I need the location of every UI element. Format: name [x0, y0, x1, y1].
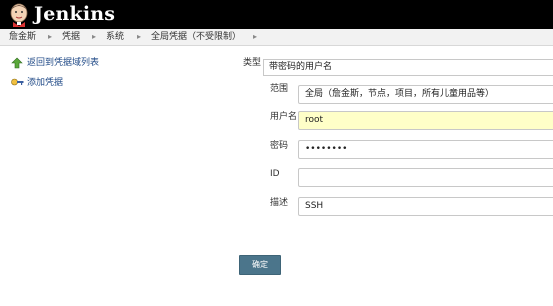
chevron-right-icon: ▸: [92, 32, 97, 41]
password-label: 密码: [270, 141, 289, 151]
kind-select[interactable]: 带密码的用户名: [263, 59, 553, 76]
chevron-right-icon: ▸: [137, 32, 142, 41]
key-icon[interactable]: [11, 77, 24, 87]
breadcrumb-item-jenkins[interactable]: 詹金斯: [9, 29, 36, 45]
back-to-domains-link[interactable]: 返回到凭据域列表: [27, 57, 99, 69]
username-label: 用户名: [270, 112, 298, 122]
username-field[interactable]: root: [298, 111, 553, 130]
scope-select[interactable]: 全局（詹金斯，节点，项目，所有儿童用品等）: [298, 85, 553, 104]
password-field[interactable]: ••••••••: [298, 140, 553, 159]
kind-label: 类型: [243, 58, 262, 68]
chevron-right-icon: ▸: [253, 32, 258, 41]
breadcrumb-item-system[interactable]: 系统: [106, 29, 124, 45]
ok-button[interactable]: 确定: [239, 255, 281, 275]
breadcrumb-item-global-credentials[interactable]: 全局凭据（不受限制）: [151, 29, 241, 45]
description-field[interactable]: SSH: [298, 197, 553, 216]
description-label: 描述: [270, 198, 289, 208]
breadcrumb: 詹金斯 ▸ 凭据 ▸ 系统 ▸ 全局凭据（不受限制） ▸: [0, 29, 553, 46]
top-header: Jenkins: [0, 0, 553, 29]
jenkins-butler-logo-icon[interactable]: [8, 2, 30, 27]
arrow-up-icon[interactable]: [11, 57, 23, 69]
app-title[interactable]: Jenkins: [34, 2, 115, 27]
id-label: ID: [270, 169, 280, 179]
add-credentials-link[interactable]: 添加凭据: [27, 77, 63, 89]
chevron-right-icon: ▸: [48, 32, 53, 41]
id-field[interactable]: [298, 168, 553, 187]
breadcrumb-item-credentials[interactable]: 凭据: [62, 29, 80, 45]
scope-label: 范围: [270, 84, 289, 94]
